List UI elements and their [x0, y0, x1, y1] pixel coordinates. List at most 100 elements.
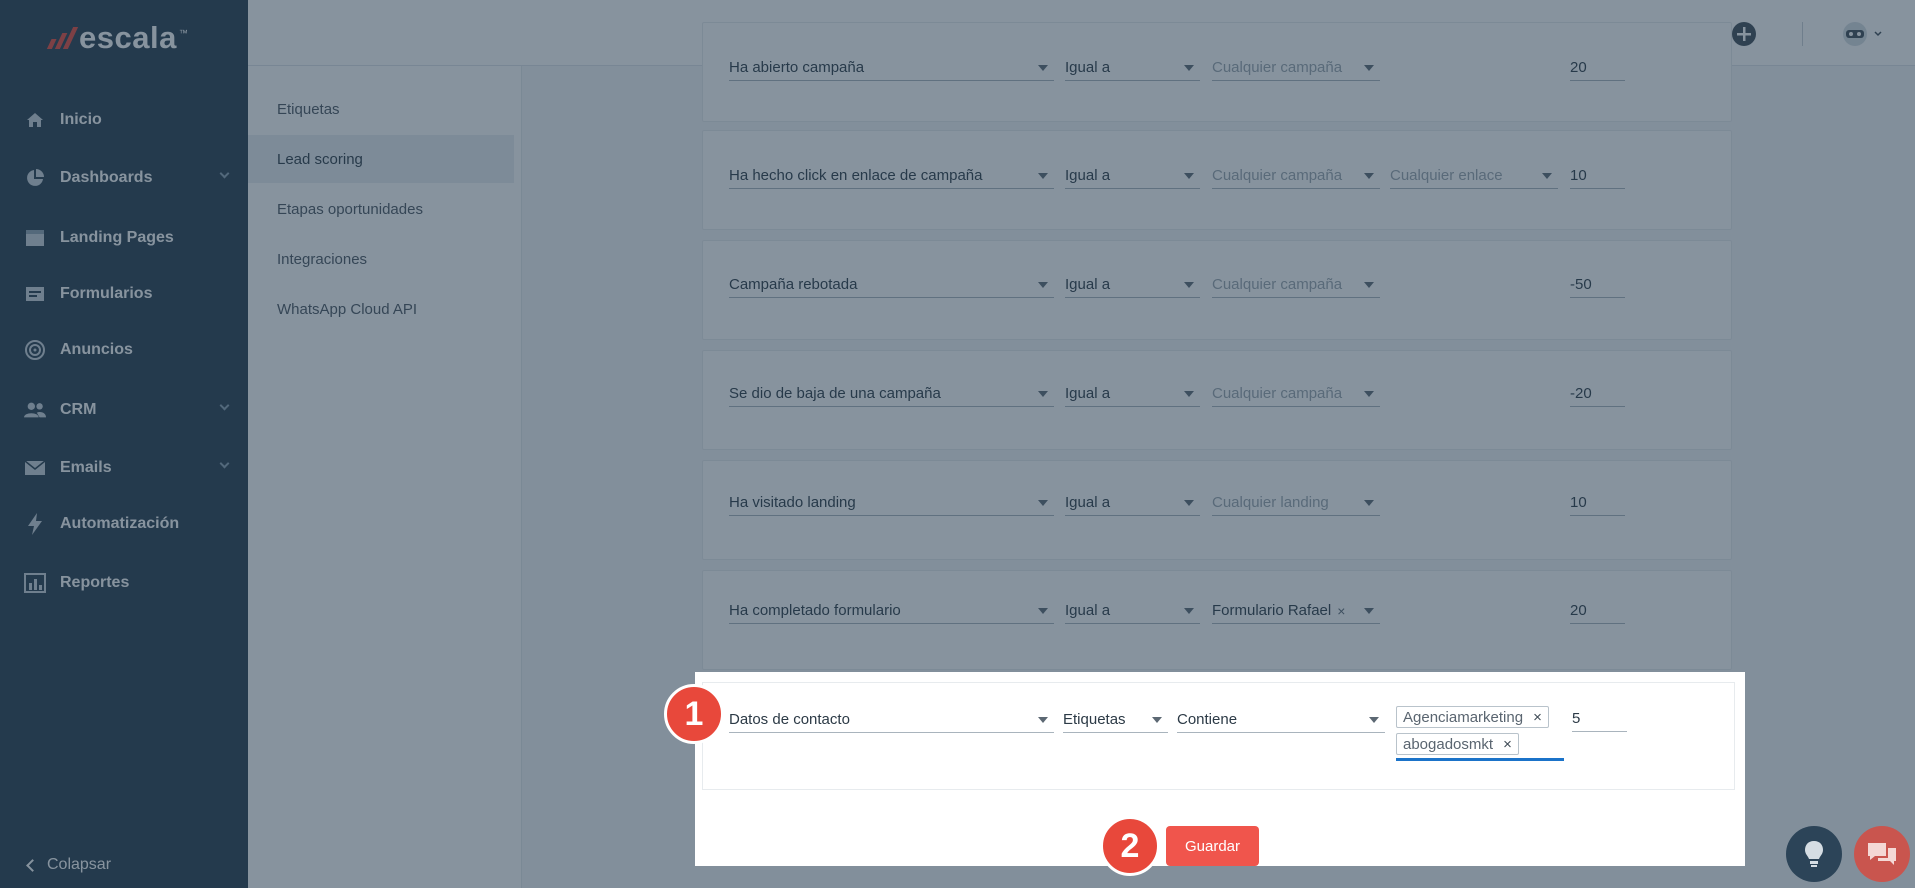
points-input[interactable]: 20	[1570, 598, 1625, 624]
remove-tag-icon[interactable]: ×	[1503, 736, 1512, 753]
target-select[interactable]: Cualquier campaña	[1212, 381, 1380, 407]
target-select[interactable]: Cualquier landing	[1212, 490, 1380, 516]
collapse-button[interactable]: Colapsar	[26, 856, 112, 874]
caret-down-icon	[1364, 65, 1374, 71]
add-icon[interactable]	[1728, 18, 1760, 50]
field-value: 20	[1570, 602, 1587, 619]
target-select[interactable]: Cualquier campaña	[1212, 163, 1380, 189]
collapse-label: Colapsar	[47, 856, 112, 873]
target-select[interactable]: Cualquier campaña	[1212, 272, 1380, 298]
sidebar-item-formularios[interactable]: Formularios	[0, 274, 248, 314]
step-marker-2: 2	[1100, 816, 1160, 876]
field-value: Ha hecho click en enlace de campaña	[729, 167, 983, 184]
caret-down-icon	[1038, 173, 1048, 179]
sidebar-item-anuncios[interactable]: Anuncios	[0, 330, 248, 370]
pie-chart-icon	[24, 167, 46, 189]
operator-select[interactable]: Igual a	[1065, 381, 1200, 407]
tag-chip: Agenciamarketing ×	[1396, 706, 1549, 728]
field-value: Etiquetas	[1063, 711, 1126, 728]
settings-item-etiquetas[interactable]: Etiquetas	[248, 85, 514, 133]
highlighted-rule-card	[702, 682, 1735, 790]
save-button[interactable]: Guardar	[1166, 826, 1259, 866]
sidebar-item-landing-pages[interactable]: Landing Pages	[0, 218, 248, 258]
field-select[interactable]: Etiquetas	[1063, 707, 1168, 733]
points-input[interactable]: -20	[1570, 381, 1625, 407]
points-input[interactable]: 10	[1570, 163, 1625, 189]
target-select[interactable]: Cualquier campaña	[1212, 55, 1380, 81]
sidebar-item-label: Anuncios	[60, 341, 133, 358]
tag-label: Agenciamarketing	[1403, 708, 1524, 726]
caret-down-icon	[1364, 608, 1374, 614]
remove-tag-icon[interactable]: ×	[1533, 709, 1542, 726]
field-value: Igual a	[1065, 385, 1111, 402]
lightbulb-icon[interactable]	[1786, 826, 1842, 882]
sidebar-item-label: Landing Pages	[60, 229, 174, 246]
link-select[interactable]: Cualquier enlace	[1390, 163, 1558, 189]
event-select[interactable]: Ha visitado landing	[729, 490, 1054, 516]
user-menu[interactable]	[1840, 18, 1884, 50]
event-select[interactable]: Se dio de baja de una campaña	[729, 381, 1054, 407]
caret-down-icon	[1038, 391, 1048, 397]
operator-select[interactable]: Contiene	[1177, 707, 1385, 733]
points-input[interactable]: 5	[1572, 706, 1627, 732]
sidebar: escala ™ Inicio Dashboards Landing Pages	[0, 0, 248, 888]
chevron-down-icon	[219, 168, 230, 179]
caret-down-icon	[1184, 282, 1194, 288]
sidebar-item-label: Inicio	[60, 111, 102, 128]
operator-select[interactable]: Igual a	[1065, 598, 1200, 624]
field-value: Cualquier campaña	[1212, 59, 1343, 76]
field-value: -50	[1570, 276, 1592, 293]
settings-item-etapas-oportunidades[interactable]: Etapas oportunidades	[248, 185, 514, 233]
field-value: Formulario Rafael	[1212, 602, 1332, 619]
points-input[interactable]: -50	[1570, 272, 1625, 298]
landing-page-icon	[24, 227, 46, 249]
settings-item-whatsapp-cloud-api[interactable]: WhatsApp Cloud API	[248, 285, 514, 333]
tag-chip: abogadosmkt ×	[1396, 733, 1519, 755]
event-select[interactable]: Campaña rebotada	[729, 272, 1054, 298]
logo-text: escala	[79, 20, 177, 55]
sidebar-item-crm[interactable]: CRM	[0, 390, 248, 430]
settings-item-integraciones[interactable]: Integraciones	[248, 235, 514, 283]
clear-icon[interactable]: ×	[1337, 603, 1345, 619]
field-value: Ha completado formulario	[729, 602, 901, 619]
logo-tm: ™	[178, 28, 188, 38]
caret-down-icon	[1184, 173, 1194, 179]
sidebar-item-emails[interactable]: Emails	[0, 448, 248, 488]
field-value: Cualquier campaña	[1212, 385, 1343, 402]
event-select[interactable]: Ha hecho click en enlace de campaña	[729, 163, 1054, 189]
field-value: Igual a	[1065, 494, 1111, 511]
field-value: 10	[1570, 167, 1587, 184]
operator-select[interactable]: Igual a	[1065, 55, 1200, 81]
sidebar-item-inicio[interactable]: Inicio	[0, 100, 248, 140]
settings-item-label: Etapas oportunidades	[277, 200, 423, 218]
brand-logo[interactable]: escala ™	[46, 20, 188, 56]
support-chat-icon[interactable]	[1854, 826, 1910, 882]
event-select[interactable]: Datos de contacto	[729, 707, 1054, 733]
caret-down-icon	[1152, 717, 1162, 723]
field-value: Cualquier enlace	[1390, 167, 1503, 184]
caret-down-icon	[1184, 608, 1194, 614]
operator-select[interactable]: Igual a	[1065, 272, 1200, 298]
operator-select[interactable]: Igual a	[1065, 490, 1200, 516]
points-input[interactable]: 10	[1570, 490, 1625, 516]
bar-chart-icon	[24, 572, 46, 594]
target-select[interactable]: Formulario Rafael ×	[1212, 598, 1380, 624]
sidebar-item-label: Formularios	[60, 285, 153, 302]
home-icon	[24, 109, 46, 131]
caret-down-icon	[1184, 65, 1194, 71]
event-select[interactable]: Ha abierto campaña	[729, 55, 1054, 81]
target-icon	[24, 339, 46, 361]
field-value: Cualquier landing	[1212, 494, 1329, 511]
settings-item-lead-scoring[interactable]: Lead scoring	[248, 135, 514, 183]
operator-select[interactable]: Igual a	[1065, 163, 1200, 189]
event-select[interactable]: Ha completado formulario	[729, 598, 1054, 624]
sidebar-item-automatizacion[interactable]: Automatización	[0, 504, 248, 544]
sidebar-item-dashboards[interactable]: Dashboards	[0, 158, 248, 198]
settings-menu: Etiquetas Lead scoring Etapas oportunida…	[248, 66, 522, 888]
field-value: 10	[1570, 494, 1587, 511]
caret-down-icon	[1038, 65, 1048, 71]
settings-item-label: Lead scoring	[277, 150, 363, 168]
form-icon	[24, 283, 46, 305]
sidebar-item-reportes[interactable]: Reportes	[0, 563, 248, 603]
points-input[interactable]: 20	[1570, 55, 1625, 81]
